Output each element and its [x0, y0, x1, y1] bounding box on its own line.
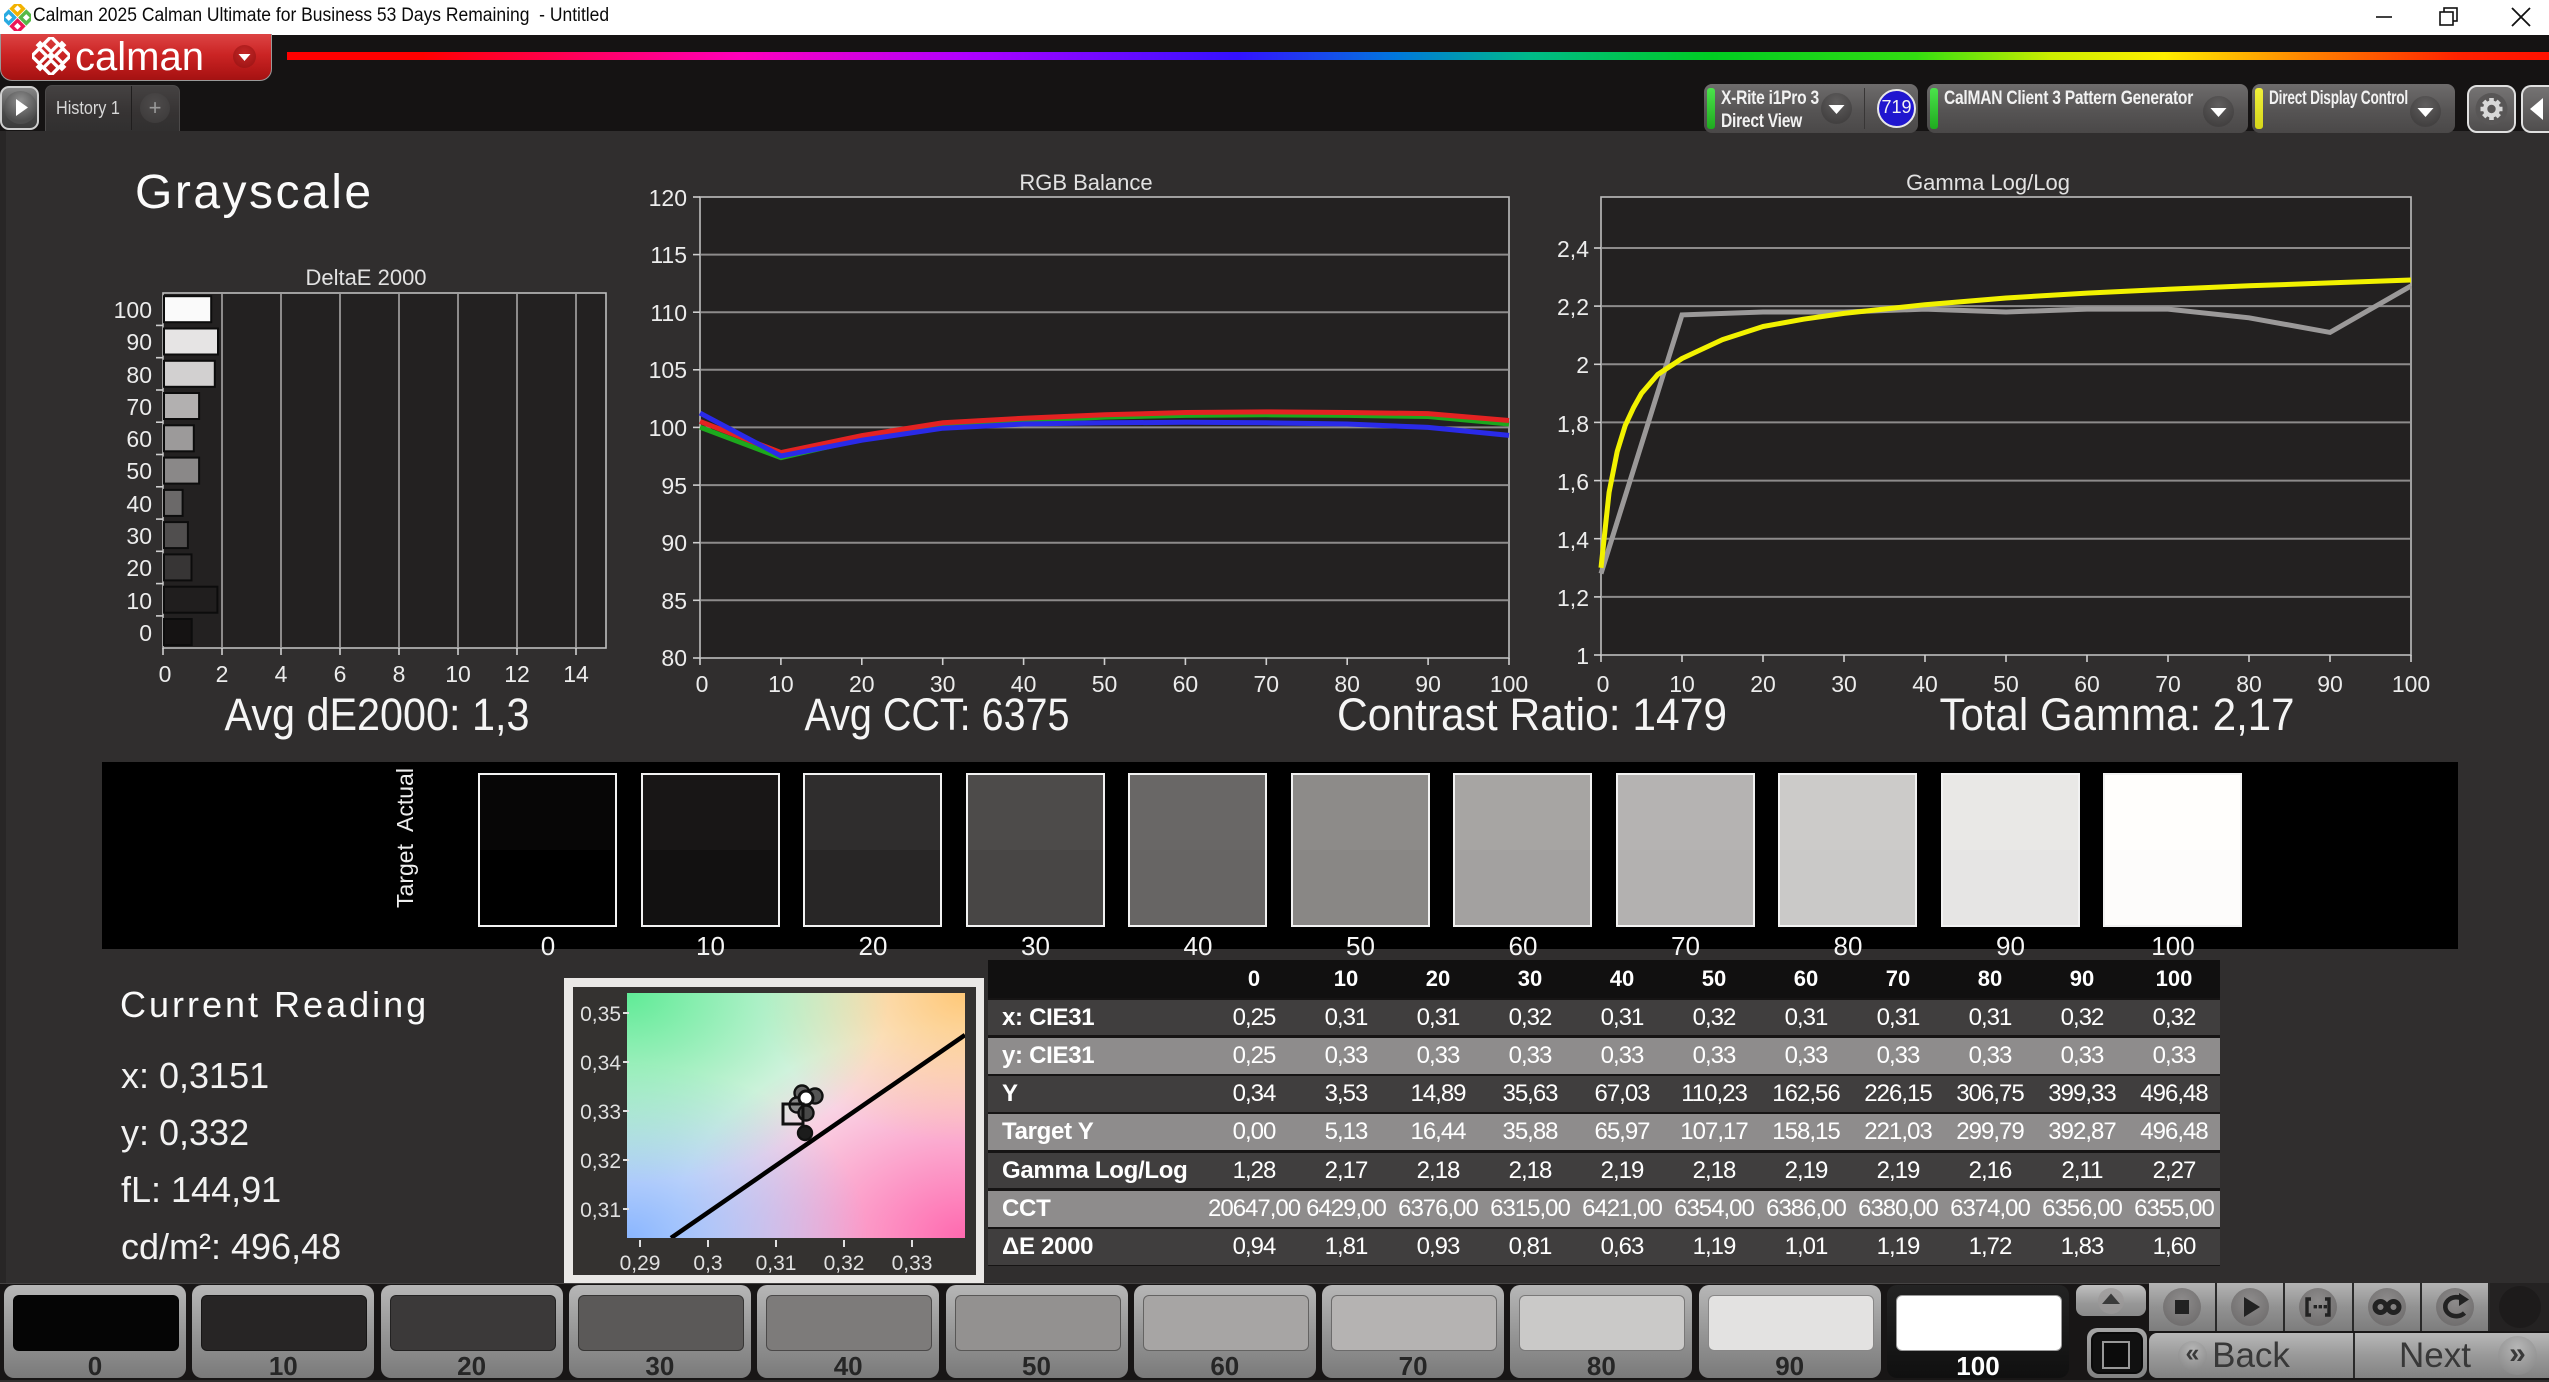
- svg-text:0,31: 0,31: [756, 1252, 797, 1275]
- svg-text:Avg dE2000: 1,3: Avg dE2000: 1,3: [225, 689, 530, 740]
- svg-text:50: 50: [1092, 671, 1118, 697]
- svg-text:70: 70: [126, 394, 152, 420]
- svg-text:0,29: 0,29: [620, 1252, 661, 1275]
- svg-text:6: 6: [334, 661, 347, 687]
- svg-text:85: 85: [661, 588, 687, 614]
- svg-text:12: 12: [504, 661, 530, 687]
- svg-text:90: 90: [2317, 671, 2343, 697]
- svg-text:8: 8: [393, 661, 406, 687]
- svg-text:0: 0: [159, 661, 172, 687]
- svg-text:70: 70: [1254, 671, 1280, 697]
- svg-text:30: 30: [1831, 671, 1857, 697]
- svg-text:0,31: 0,31: [580, 1199, 621, 1222]
- svg-text:RGB Balance: RGB Balance: [1019, 170, 1152, 195]
- svg-text:60: 60: [126, 426, 152, 452]
- svg-text:2,4: 2,4: [1557, 236, 1589, 262]
- svg-text:100: 100: [649, 415, 687, 441]
- svg-text:0: 0: [1597, 671, 1610, 697]
- svg-text:0,32: 0,32: [824, 1252, 865, 1275]
- svg-text:Total Gamma: 2,17: Total Gamma: 2,17: [1940, 689, 2295, 740]
- svg-text:DeltaE 2000: DeltaE 2000: [305, 265, 426, 290]
- svg-text:0: 0: [139, 620, 152, 646]
- svg-text:0,32: 0,32: [580, 1150, 621, 1173]
- svg-text:115: 115: [650, 242, 687, 268]
- svg-text:20: 20: [1750, 671, 1776, 697]
- svg-text:1,6: 1,6: [1557, 469, 1589, 495]
- svg-text:2: 2: [1576, 352, 1589, 378]
- svg-text:100: 100: [2392, 671, 2430, 697]
- svg-text:0: 0: [696, 671, 709, 697]
- svg-text:120: 120: [649, 185, 687, 211]
- svg-text:10: 10: [445, 661, 471, 687]
- svg-text:1,8: 1,8: [1557, 411, 1589, 437]
- svg-text:10: 10: [768, 671, 794, 697]
- svg-text:110: 110: [650, 300, 687, 326]
- svg-text:90: 90: [661, 530, 687, 556]
- svg-text:10: 10: [126, 588, 152, 614]
- svg-text:0,33: 0,33: [580, 1101, 621, 1124]
- svg-text:Avg CCT: 6375: Avg CCT: 6375: [805, 689, 1070, 740]
- svg-text:1,2: 1,2: [1557, 585, 1589, 611]
- svg-text:0,35: 0,35: [580, 1003, 621, 1026]
- svg-text:0,33: 0,33: [892, 1252, 933, 1275]
- svg-text:40: 40: [1912, 671, 1938, 697]
- svg-text:105: 105: [649, 357, 687, 383]
- svg-text:4: 4: [275, 661, 288, 687]
- svg-text:Gamma Log/Log: Gamma Log/Log: [1906, 170, 2070, 195]
- svg-text:1,4: 1,4: [1557, 527, 1589, 553]
- svg-text:95: 95: [661, 473, 687, 499]
- svg-text:14: 14: [563, 661, 589, 687]
- svg-text:80: 80: [126, 362, 152, 388]
- svg-text:2,2: 2,2: [1557, 294, 1589, 320]
- svg-text:90: 90: [126, 329, 152, 355]
- svg-text:10: 10: [1669, 671, 1695, 697]
- svg-text:80: 80: [661, 645, 687, 671]
- svg-text:0,3: 0,3: [693, 1252, 722, 1275]
- svg-text:0,34: 0,34: [580, 1052, 621, 1075]
- svg-text:40: 40: [126, 491, 152, 517]
- svg-text:50: 50: [126, 458, 152, 484]
- svg-text:60: 60: [1173, 671, 1199, 697]
- svg-text:20: 20: [126, 555, 152, 581]
- svg-text:30: 30: [126, 523, 152, 549]
- svg-text:2: 2: [216, 661, 229, 687]
- svg-text:100: 100: [114, 297, 152, 323]
- svg-text:1: 1: [1576, 643, 1589, 669]
